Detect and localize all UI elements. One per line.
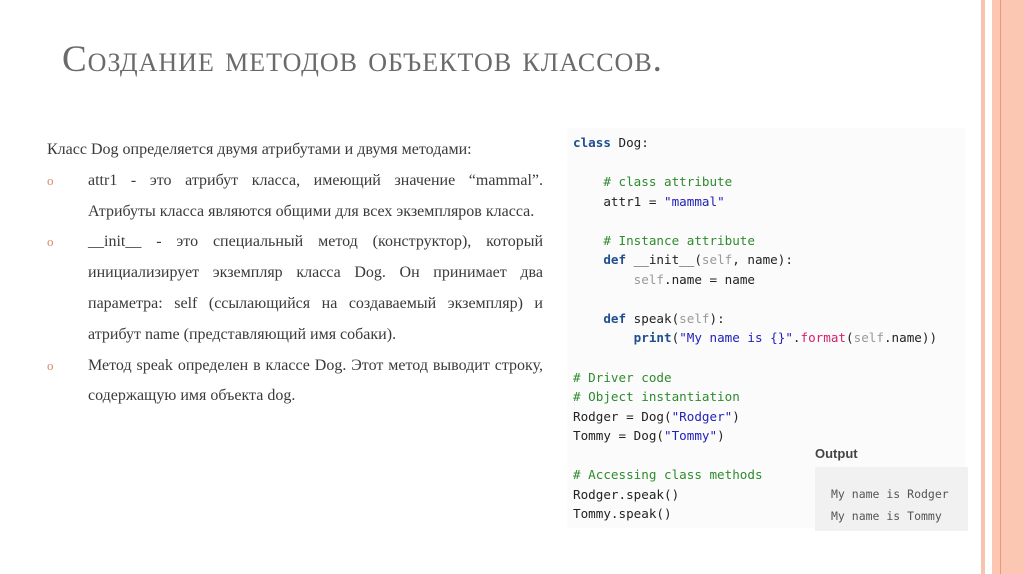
code-token: "My name is {}" [679,330,793,346]
code-token: # Accessing class methods [573,467,763,483]
code-token: self [633,271,665,287]
code-line: # Object instantiation [573,387,937,407]
code-token: print [633,330,672,346]
bullet-text: Метод speak определен в классе Dog. Этот… [88,356,543,405]
code-token: self [853,330,884,346]
code-text: class Dog: # class attribute attr1 = "ma… [573,133,937,524]
output-box: My name is Rodger My name is Tommy [815,467,968,531]
code-line: # class attribute [573,172,937,192]
output-line: My name is Tommy [831,509,942,523]
code-token: format [800,330,847,346]
bullet-marker-icon: o [47,357,54,373]
slide-body: Класс Dog определяется двумя атрибутами … [47,135,543,412]
code-token: , name): [732,252,793,268]
bullet-item: o __init__ - это специальный метод (конст… [47,227,543,350]
code-token: Dog: [610,135,649,150]
code-token: Tommy.speak() [573,506,672,522]
slide-title: Создание методов объектов классов. [62,39,663,80]
code-token: ): [709,310,725,326]
code-line: Tommy = Dog("Tommy") [573,426,937,446]
code-line: # Instance attribute [573,231,937,251]
code-token: Rodger.speak() [573,486,680,502]
bullet-item: o attr1 - это атрибут класса, имеющий зна… [47,166,543,228]
decor-stripe [981,0,985,574]
code-token: __init__( [626,252,702,268]
code-token: # Instance attribute [573,232,755,248]
code-token: ( [846,330,854,346]
code-token: .name)) [883,330,938,346]
code-token: self [701,252,733,268]
bullet-item: o Метод speak определен в классе Dog. Это… [47,351,543,413]
code-token: .name = name [664,271,756,287]
code-token: attr1 = [573,193,664,209]
code-token: Tommy = Dog( [573,428,664,444]
code-token: # Driver code [573,369,672,385]
code-token: "mammal" [664,193,725,209]
decor-stripe [992,0,1024,574]
decor-stripe [1000,0,1001,574]
code-line: self.name = name [573,270,937,290]
code-token: class [573,135,611,150]
code-line: def __init__(self, name): [573,250,937,270]
code-line: print("My name is {}".format(self.name)) [573,328,937,348]
code-token: ) [717,428,725,444]
code-line: class Dog: [573,133,937,153]
code-token: # Object instantiation [573,389,740,405]
bullet-text: __init__ - это специальный метод (констр… [88,233,543,343]
output-line: My name is Rodger [831,487,949,501]
code-token: "Tommy" [664,428,718,444]
code-token: speak( [626,310,680,326]
code-line: attr1 = "mammal" [573,192,937,212]
code-line: # Driver code [573,368,937,388]
intro-text: Класс Dog определяется двумя атрибутами … [47,141,472,158]
code-token: "Rodger" [671,408,733,424]
code-token: ) [732,408,740,424]
code-line: Rodger = Dog("Rodger") [573,407,937,427]
code-token: . [792,330,801,346]
code-token: def [573,252,627,268]
code-token: self [679,310,710,326]
bullet-marker-icon: o [47,234,54,250]
bullet-marker-icon: o [47,172,54,188]
code-token: # class attribute [573,174,733,190]
bullet-text: attr1 - это атрибут класса, имеющий знач… [88,171,543,220]
output-label: Output [815,446,858,461]
code-token: def [573,310,627,326]
code-line: def speak(self): [573,309,937,329]
code-token: Rodger = Dog( [573,408,672,424]
